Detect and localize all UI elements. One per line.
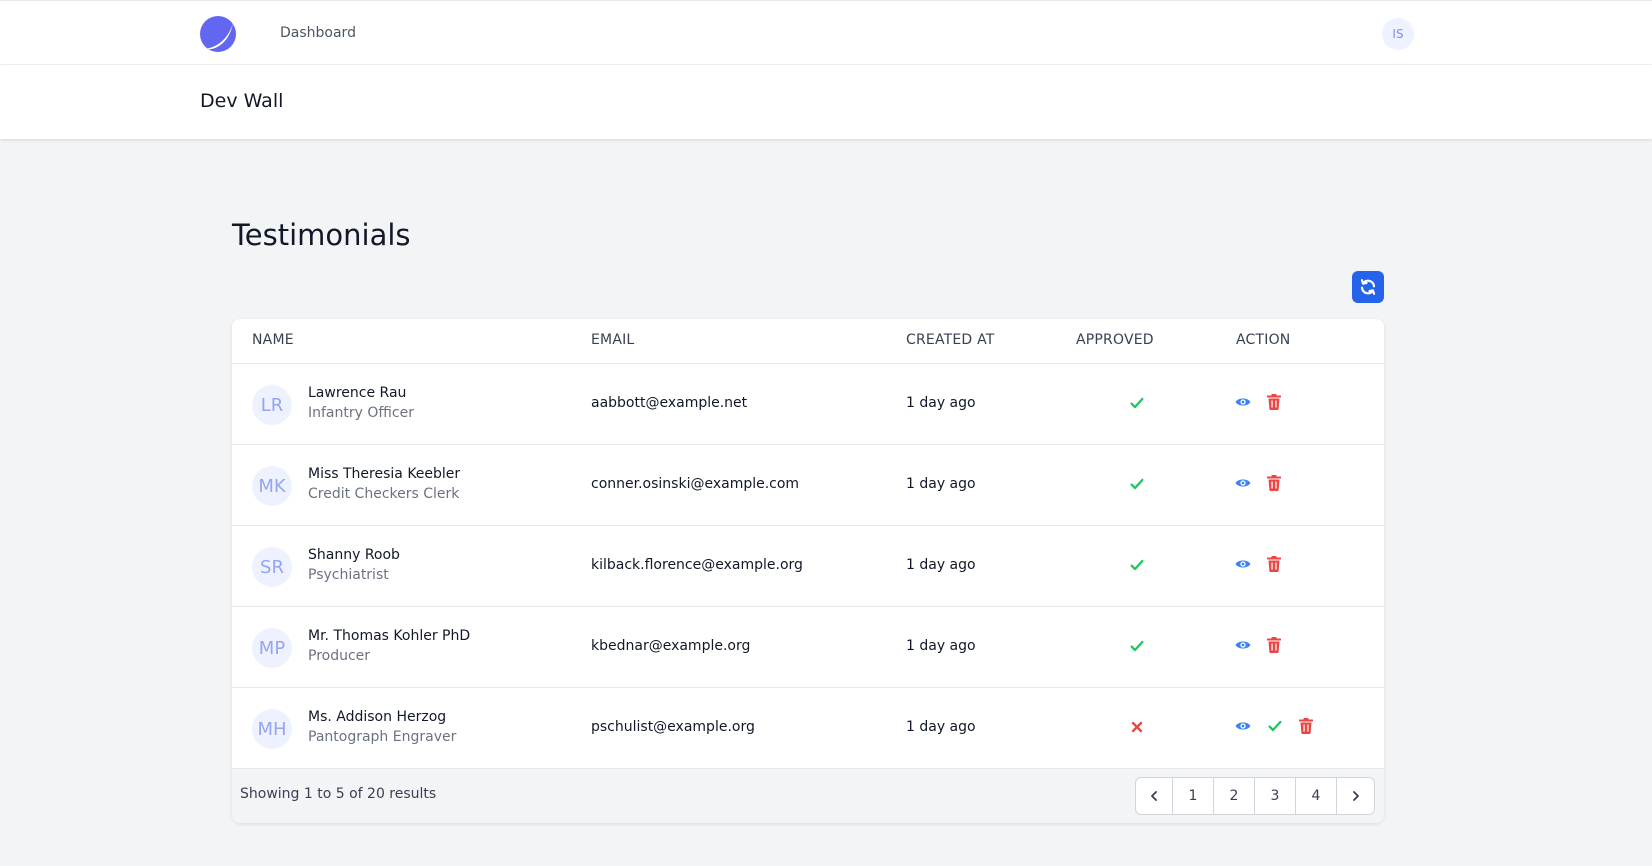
row-actions xyxy=(1235,637,1281,653)
eye-icon xyxy=(1235,560,1251,568)
eye-icon xyxy=(1235,479,1251,487)
table-row: MK Miss Theresia Keebler Credit Checkers C… xyxy=(232,445,1384,526)
delete-button[interactable] xyxy=(1299,718,1313,734)
testimonial-email: conner.osinski@example.com xyxy=(591,476,800,492)
trash-icon xyxy=(1267,394,1281,410)
delete-button[interactable] xyxy=(1267,394,1281,410)
table-row: MH Ms. Addison Herzog Pantograph Engraver p… xyxy=(232,688,1384,769)
testimonial-author-name: Shanny Roob xyxy=(308,547,400,563)
approved-status xyxy=(1129,395,1145,411)
testimonial-author-title: Pantograph Engraver xyxy=(308,729,457,745)
column-header-approved: APPROVED xyxy=(1076,332,1154,348)
page-header: Dev Wall xyxy=(0,65,1652,139)
trash-icon xyxy=(1267,637,1281,653)
view-button[interactable] xyxy=(1235,718,1251,734)
table-row: LR Lawrence Rau Infantry Officer aabbott@ex… xyxy=(232,364,1384,445)
avatar: MP xyxy=(252,628,292,668)
avatar: LR xyxy=(252,385,292,425)
eye-icon xyxy=(1235,398,1251,406)
table-row: MP Mr. Thomas Kohler PhD Producer kbednar@e… xyxy=(232,607,1384,688)
chevron-right-icon xyxy=(1352,791,1359,801)
check-icon xyxy=(1130,640,1144,652)
testimonials-table: NAME EMAIL CREATED AT APPROVED ACTION LR… xyxy=(232,319,1384,823)
approve-button[interactable] xyxy=(1267,718,1283,734)
main-content: Testimonials xyxy=(232,218,1384,252)
view-button[interactable] xyxy=(1235,394,1251,410)
testimonial-created-at: 1 day ago xyxy=(906,395,976,411)
testimonial-email: pschulist@example.org xyxy=(591,719,755,735)
testimonial-email: aabbott@example.net xyxy=(591,395,748,411)
testimonial-created-at: 1 day ago xyxy=(906,476,976,492)
testimonial-author-name: Miss Theresia Keebler xyxy=(308,466,461,482)
approved-status xyxy=(1129,638,1145,654)
row-actions xyxy=(1235,475,1281,491)
row-actions xyxy=(1235,718,1313,734)
pagination-next-button[interactable] xyxy=(1337,778,1374,814)
avatar: MK xyxy=(252,466,292,506)
column-header-created-at: CREATED AT xyxy=(906,332,995,348)
pagination-page-3[interactable]: 3 xyxy=(1255,778,1296,814)
table-header: NAME EMAIL CREATED AT APPROVED ACTION xyxy=(232,319,1384,364)
pagination-page-1[interactable]: 1 xyxy=(1173,778,1214,814)
avatar: MH xyxy=(252,709,292,749)
approved-status xyxy=(1129,557,1145,573)
testimonial-author-name: Mr. Thomas Kohler PhD xyxy=(308,628,471,644)
nav-link-dashboard[interactable]: Dashboard xyxy=(280,25,356,41)
pagination: 1 2 3 4 xyxy=(1135,777,1375,815)
delete-button[interactable] xyxy=(1267,475,1281,491)
testimonial-created-at: 1 day ago xyxy=(906,719,976,735)
testimonial-created-at: 1 day ago xyxy=(906,638,976,654)
testimonial-author-title: Infantry Officer xyxy=(308,405,414,421)
trash-icon xyxy=(1267,556,1281,572)
refresh-icon xyxy=(1360,279,1376,295)
testimonial-author-title: Producer xyxy=(308,648,371,664)
check-icon xyxy=(1130,397,1144,409)
row-actions xyxy=(1235,556,1281,572)
user-avatar[interactable]: IS xyxy=(1382,18,1414,50)
column-header-name: NAME xyxy=(252,332,294,348)
avatar: SR xyxy=(252,547,292,587)
view-button[interactable] xyxy=(1235,556,1251,572)
page-header-title: Dev Wall xyxy=(200,90,284,112)
delete-button[interactable] xyxy=(1267,556,1281,572)
testimonial-email: kilback.florence@example.org xyxy=(591,557,803,573)
testimonial-created-at: 1 day ago xyxy=(906,557,976,573)
chevron-left-icon xyxy=(1151,791,1157,801)
table-row: SR Shanny Roob Psychiatrist kilback.florenc… xyxy=(232,526,1384,607)
eye-icon xyxy=(1235,722,1251,730)
row-actions xyxy=(1235,394,1281,410)
testimonial-email: kbednar@example.org xyxy=(591,638,751,654)
delete-button[interactable] xyxy=(1267,637,1281,653)
moon-logo-icon[interactable] xyxy=(199,15,237,53)
pagination-page-2[interactable]: 2 xyxy=(1214,778,1255,814)
pagination-prev-button[interactable] xyxy=(1136,778,1173,814)
trash-icon xyxy=(1299,718,1313,734)
eye-icon xyxy=(1235,641,1251,649)
pagination-page-4[interactable]: 4 xyxy=(1296,778,1337,814)
check-icon xyxy=(1130,559,1144,571)
testimonial-author-title: Credit Checkers Clerk xyxy=(308,486,460,502)
testimonial-author-title: Psychiatrist xyxy=(308,567,389,583)
column-header-email: EMAIL xyxy=(591,332,635,348)
testimonial-author-name: Ms. Addison Herzog xyxy=(308,709,447,725)
top-navigation: Dashboard IS xyxy=(0,0,1652,65)
approved-status xyxy=(1129,476,1145,492)
approved-status xyxy=(1129,719,1145,735)
view-button[interactable] xyxy=(1235,475,1251,491)
trash-icon xyxy=(1267,475,1281,491)
page-title: Testimonials xyxy=(232,218,411,252)
check-icon xyxy=(1130,478,1144,490)
refresh-button[interactable] xyxy=(1352,271,1384,303)
testimonial-author-name: Lawrence Rau xyxy=(308,385,407,401)
view-button[interactable] xyxy=(1235,637,1251,653)
results-summary: Showing 1 to 5 of 20 results xyxy=(240,786,437,802)
column-header-action: ACTION xyxy=(1236,332,1291,348)
check-icon xyxy=(1268,720,1282,732)
x-icon xyxy=(1131,721,1143,733)
table-footer: Showing 1 to 5 of 20 results 1 2 3 4 xyxy=(232,769,1384,823)
table-body: LR Lawrence Rau Infantry Officer aabbott@ex… xyxy=(232,364,1384,769)
